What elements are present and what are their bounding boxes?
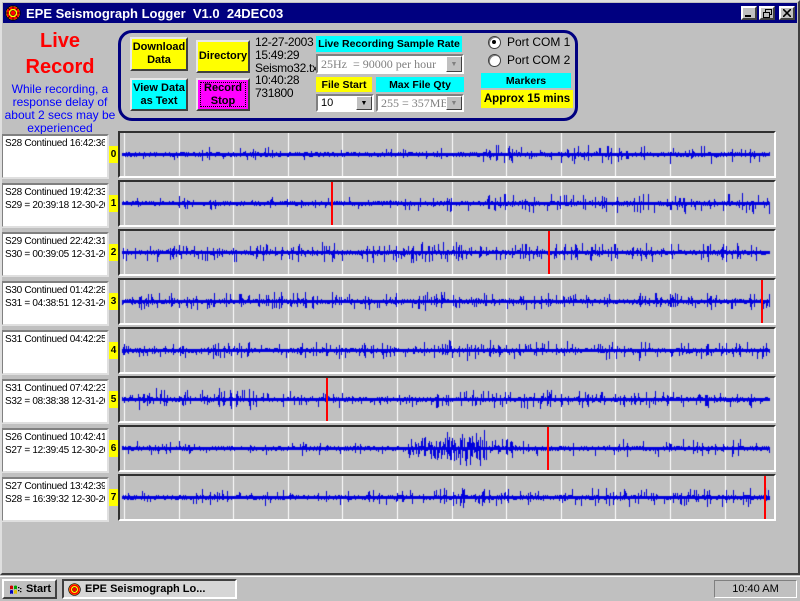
dropdown-arrow-icon: ▼	[446, 96, 462, 110]
markers-label: Markers	[481, 73, 571, 88]
marker-line	[764, 476, 766, 519]
waveform-strip	[118, 278, 776, 325]
waveform-canvas	[120, 231, 774, 274]
channel-label: S30 Continued 01:42:28 12-31-2003S31 = 0…	[1, 281, 109, 326]
start-button[interactable]: Start	[2, 579, 57, 599]
windows-flag-icon	[8, 583, 23, 596]
waveform-canvas	[120, 329, 774, 372]
file-start-combo[interactable]: 10 ▼	[316, 94, 374, 112]
status-date: 12-27-2003	[255, 36, 317, 49]
channel-number: 3	[109, 293, 118, 310]
radio-port-com2[interactable]: Port COM 2	[488, 53, 570, 67]
sample-rate-label: Live Recording Sample Rate	[316, 36, 462, 52]
waveform-canvas	[120, 378, 774, 421]
channel-number: 2	[109, 244, 118, 261]
channel-label: S27 Continued 13:42:39 12-30-2003S28 = 1…	[1, 477, 109, 522]
taskbar: Start EPE Seismograph Lo... 10:40 AM	[0, 576, 800, 601]
waveform-canvas	[120, 182, 774, 225]
marker-line	[547, 427, 549, 470]
channel-number: 4	[109, 342, 118, 359]
waveform-canvas	[120, 427, 774, 470]
waveform-canvas	[120, 280, 774, 323]
status-time: 15:49:29	[255, 49, 317, 62]
channel-row: 0	[109, 131, 776, 178]
channel-label: S26 Continued 10:42:41 12-30-2003S27 = 1…	[1, 428, 109, 473]
channel-label: S28 Continued 19:42:33 12-30-2003S29 = 2…	[1, 183, 109, 228]
marker-line	[326, 378, 328, 421]
waveform-strip	[118, 131, 776, 178]
channel-row: 2	[109, 229, 776, 276]
waveform-canvas	[120, 133, 774, 176]
minimize-icon	[745, 9, 753, 17]
waveform-strip	[118, 229, 776, 276]
close-icon	[783, 9, 791, 17]
download-data-button[interactable]: Download Data	[130, 37, 188, 71]
window-title: EPE Seismograph Logger V1.0 24DEC03	[26, 6, 283, 21]
channel-label: S31 Continued 04:42:25 12-31-2003	[1, 330, 109, 375]
taskbar-app-icon	[68, 583, 81, 596]
marker-line	[331, 182, 333, 225]
sample-rate-combo: 25Hz = 90000 per hour ▼	[316, 54, 464, 74]
channel-number: 6	[109, 440, 118, 457]
live-record-block: Live Record While recording, a response …	[4, 28, 116, 135]
marker-line	[548, 231, 550, 274]
radio-port-com1[interactable]: Port COM 1	[488, 35, 570, 49]
channel-row: 1	[109, 180, 776, 227]
file-start-label: File Start	[316, 77, 372, 92]
channel-row: 6	[109, 425, 776, 472]
channel-number: 7	[109, 489, 118, 506]
channel-label: S28 Continued 16:42:36 12-30-2003	[1, 134, 109, 179]
restore-icon	[763, 9, 772, 18]
waveform-strip	[118, 327, 776, 374]
live-record-title: Live Record	[4, 28, 116, 80]
status-column: 12-27-2003 15:49:29 Seismo32.tx 10:40:28…	[255, 36, 317, 100]
max-file-qty-combo: 255 = 357MB ▼	[376, 94, 464, 112]
channel-number: 0	[109, 146, 118, 163]
waveform-strip	[118, 474, 776, 521]
restore-button[interactable]	[759, 6, 775, 20]
max-file-qty-label: Max File Qty	[376, 77, 464, 92]
app-icon	[5, 5, 21, 21]
close-button[interactable]	[779, 6, 795, 20]
live-record-note: While recording, a response delay of abo…	[4, 83, 116, 135]
title-bar[interactable]: EPE Seismograph Logger V1.0 24DEC03	[3, 3, 797, 23]
channel-row: 5	[109, 376, 776, 423]
channel-number: 1	[109, 195, 118, 212]
waveform-strip	[118, 425, 776, 472]
waveform-strip	[118, 376, 776, 423]
waveform-strip	[118, 180, 776, 227]
dropdown-arrow-icon: ▼	[446, 56, 462, 72]
record-stop-button[interactable]: Record Stop	[196, 78, 250, 111]
view-data-as-text-button[interactable]: View Data as Text	[130, 78, 188, 111]
channel-label: S31 Continued 07:42:23 12-31-2003S32 = 0…	[1, 379, 109, 424]
channel-label: S29 Continued 22:42:31 12-30-2003S30 = 0…	[1, 232, 109, 277]
channel-row: 7	[109, 474, 776, 521]
status-sample-count: 731800	[255, 87, 317, 100]
channel-row: 4	[109, 327, 776, 374]
taskbar-clock[interactable]: 10:40 AM	[714, 580, 797, 598]
channel-number: 5	[109, 391, 118, 408]
directory-button[interactable]: Directory	[196, 40, 250, 73]
waveform-canvas	[120, 476, 774, 519]
dropdown-arrow-icon[interactable]: ▼	[356, 96, 372, 110]
minimize-button[interactable]	[741, 6, 757, 20]
taskbar-app-button[interactable]: EPE Seismograph Lo...	[62, 579, 237, 599]
channel-row: 3	[109, 278, 776, 325]
marker-line	[761, 280, 763, 323]
radio-button-icon[interactable]	[488, 36, 501, 49]
markers-value: Approx 15 mins	[481, 90, 573, 108]
radio-button-icon[interactable]	[488, 54, 501, 67]
